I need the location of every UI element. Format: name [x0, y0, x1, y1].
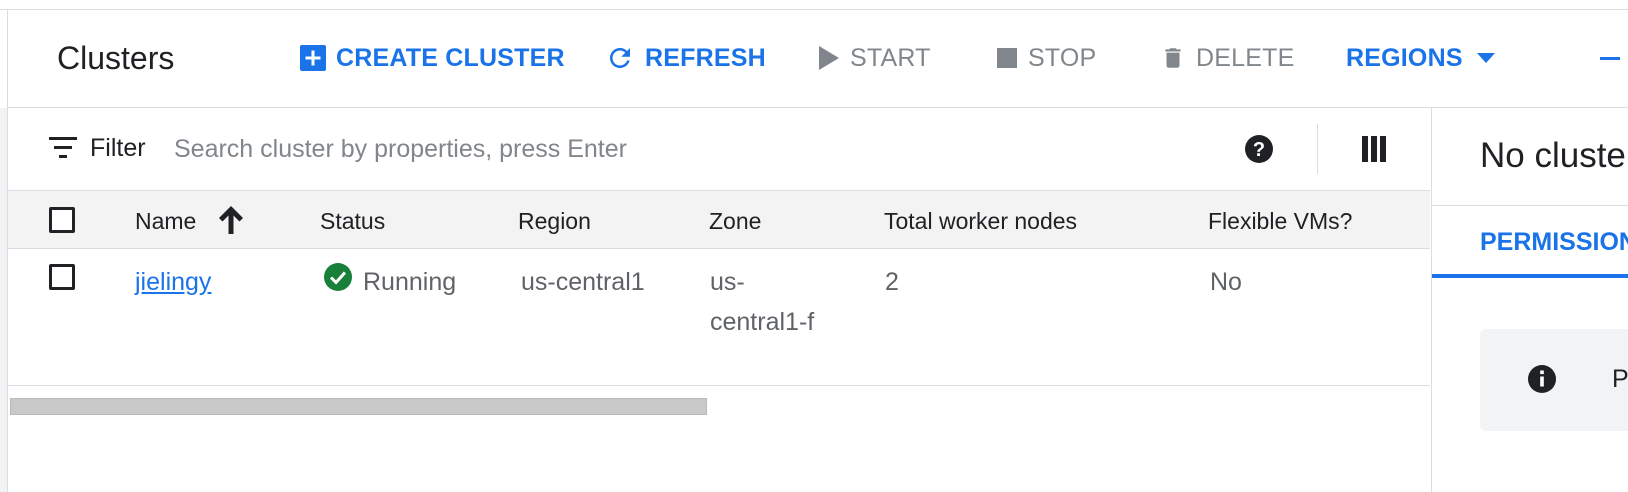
column-header-zone[interactable]: Zone — [709, 208, 761, 235]
page-title: Clusters — [57, 40, 175, 76]
left-gutter — [0, 108, 7, 492]
add-box-icon — [300, 45, 326, 71]
play-icon — [819, 46, 839, 70]
info-icon — [1528, 365, 1556, 393]
table-row: jielingy Running us-central1 us- central… — [8, 249, 1430, 386]
start-label: START — [850, 43, 931, 72]
refresh-button[interactable]: REFRESH — [605, 40, 766, 76]
filter-label[interactable]: Filter — [90, 134, 146, 163]
active-tab-indicator — [1432, 274, 1628, 278]
stop-icon — [997, 48, 1017, 68]
info-notice: P — [1480, 329, 1628, 431]
filter-bar: Filter ? — [8, 108, 1430, 191]
filter-icon[interactable] — [49, 137, 77, 159]
status-text: Running — [363, 268, 457, 296]
flexible-vms-cell: No — [1210, 268, 1242, 296]
select-all-checkbox[interactable] — [49, 207, 75, 233]
refresh-icon — [610, 48, 630, 68]
stop-label: STOP — [1028, 43, 1097, 72]
start-button[interactable]: START — [818, 40, 931, 76]
table-header: Name Status Region Zone Total worker nod… — [8, 191, 1430, 249]
help-icon[interactable]: ? — [1244, 134, 1274, 164]
column-display-icon[interactable] — [1362, 136, 1386, 162]
regions-dropdown[interactable]: REGIONS — [1346, 40, 1495, 76]
info-panel-divider — [1432, 205, 1628, 206]
regions-label: REGIONS — [1346, 43, 1463, 72]
zone-cell-line2: central1-f — [710, 308, 815, 336]
column-header-flexible-vms[interactable]: Flexible VMs? — [1208, 208, 1352, 235]
delete-button[interactable]: DELETE — [1160, 40, 1294, 76]
info-panel-title: No cluste — [1480, 136, 1626, 175]
info-notice-text: P — [1612, 365, 1628, 393]
svg-text:?: ? — [1253, 139, 1265, 161]
delete-label: DELETE — [1196, 43, 1295, 72]
total-worker-nodes-cell: 2 — [885, 268, 899, 296]
info-panel: No cluste PERMISSION P — [1431, 108, 1628, 492]
create-cluster-label: CREATE CLUSTER — [336, 43, 565, 72]
zone-cell: us- central1-f — [710, 262, 814, 342]
zone-cell-line1: us- — [710, 268, 745, 296]
column-header-name[interactable]: Name — [135, 208, 196, 235]
stop-button[interactable]: STOP — [996, 40, 1096, 76]
toolbar-divider — [1317, 124, 1318, 174]
row-checkbox[interactable] — [49, 264, 75, 290]
column-header-name-label: Name — [135, 208, 197, 234]
refresh-label: REFRESH — [645, 43, 766, 72]
toolbar: Clusters CREATE CLUSTER REFRESH START ST… — [8, 10, 1628, 108]
check-circle-icon — [324, 263, 352, 291]
horizontal-scrollbar-thumb[interactable] — [10, 398, 707, 415]
caret-down-icon — [1476, 53, 1495, 63]
column-header-total-worker-nodes[interactable]: Total worker nodes — [884, 208, 1077, 235]
region-cell: us-central1 — [521, 268, 645, 296]
search-input[interactable] — [174, 126, 1174, 172]
sort-ascending-icon[interactable] — [219, 206, 243, 234]
create-cluster-button[interactable]: CREATE CLUSTER — [300, 40, 565, 76]
cluster-name-link[interactable]: jielingy — [135, 262, 211, 302]
column-header-status[interactable]: Status — [320, 208, 385, 235]
more-actions-icon[interactable] — [1600, 57, 1620, 60]
tab-permissions[interactable]: PERMISSION — [1480, 228, 1628, 257]
trash-icon — [1165, 48, 1181, 68]
column-header-region[interactable]: Region — [518, 208, 591, 235]
